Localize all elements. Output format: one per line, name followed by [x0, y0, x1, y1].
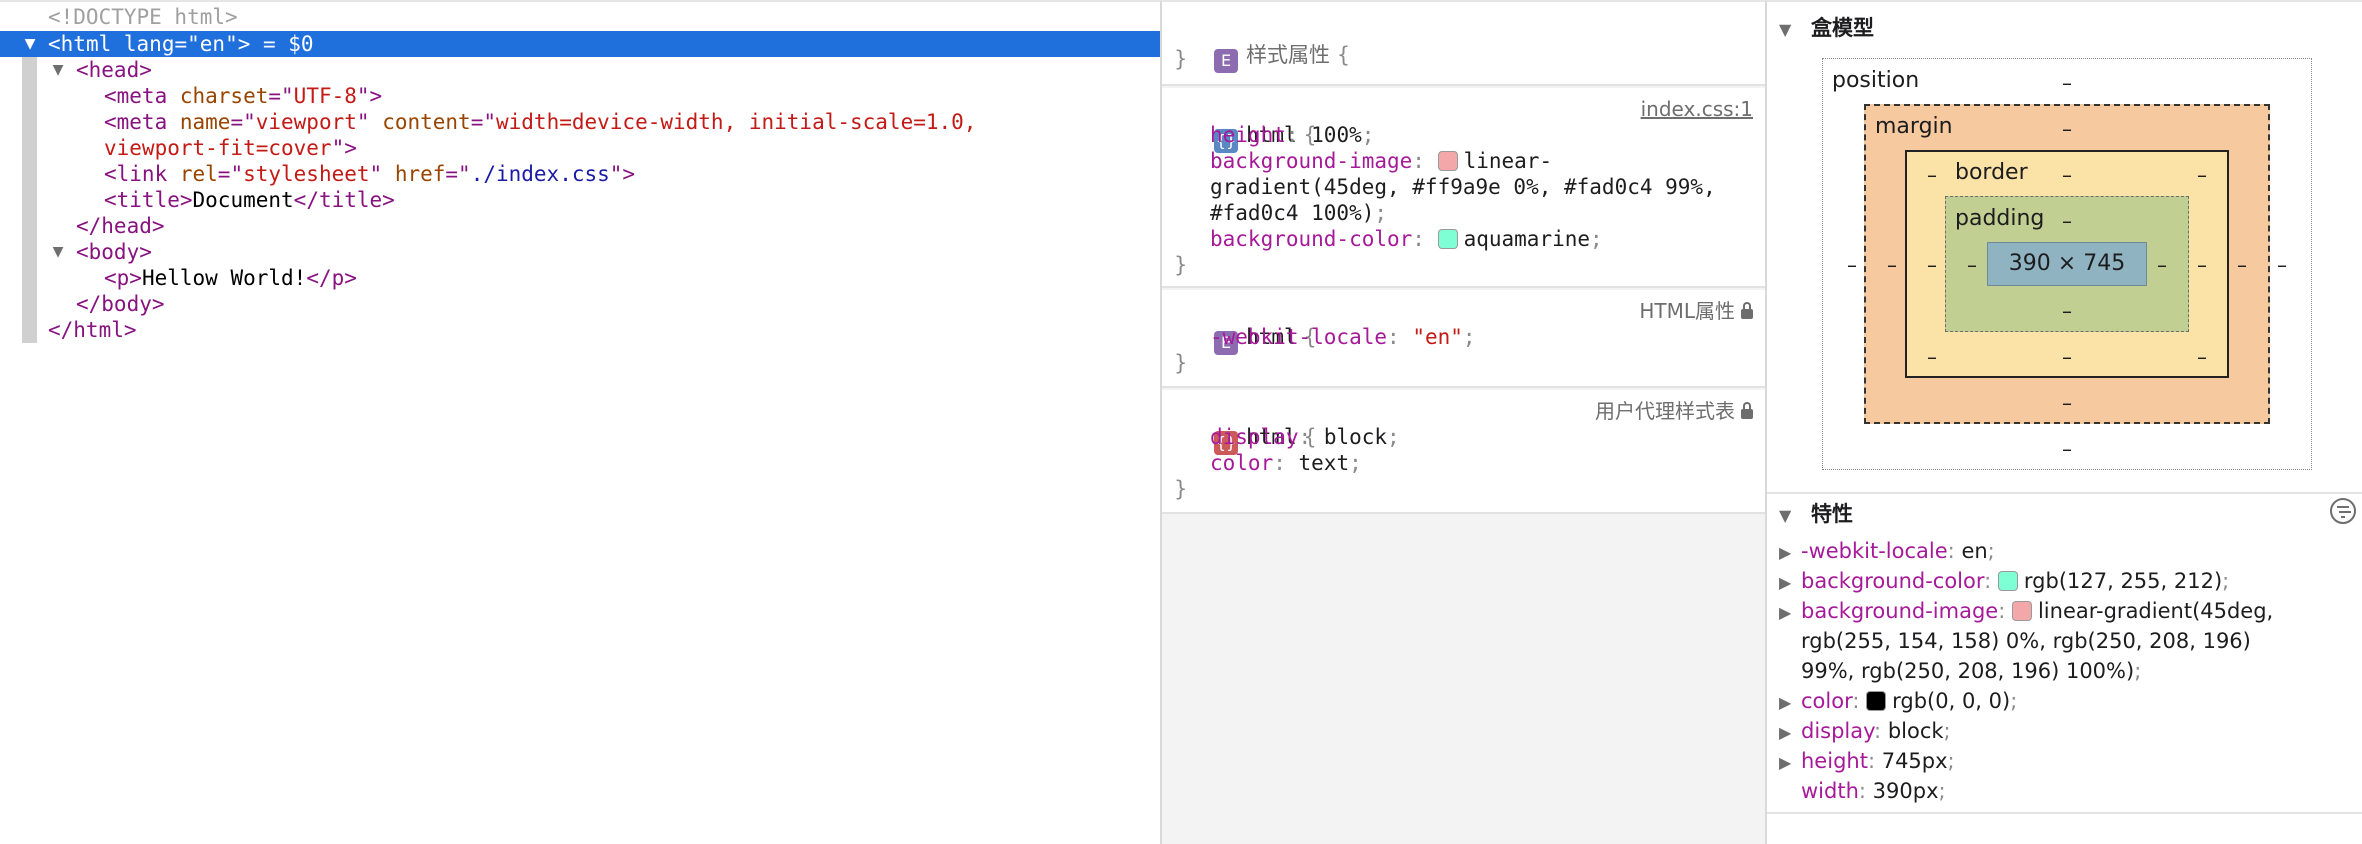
- author-rule-html[interactable]: {} html { index.css:1 height: 100%; backg…: [1162, 88, 1765, 288]
- source-link[interactable]: index.css:1: [1641, 96, 1753, 122]
- dom-node-html-close[interactable]: </html>: [0, 317, 1160, 343]
- dom-node-doctype[interactable]: <!DOCTYPE html>: [0, 4, 1160, 30]
- padding-top-value[interactable]: –: [2052, 210, 2082, 232]
- border-corner-bl: –: [1927, 345, 1937, 369]
- style-declaration[interactable]: display: block;: [1210, 424, 1795, 450]
- user-agent-rule[interactable]: {} html { 用户代理样式表 display: block; color: …: [1162, 390, 1765, 514]
- dom-node-head-close[interactable]: </head>: [0, 213, 1160, 239]
- computed-value-continuation: rgb(255, 154, 158) 0%, rgb(250, 208, 196…: [1801, 629, 2251, 653]
- border-left-value[interactable]: –: [1917, 254, 1947, 276]
- style-declaration[interactable]: height: 100%;: [1210, 122, 1795, 148]
- margin-top-value[interactable]: –: [2052, 118, 2082, 140]
- margin-bottom-value[interactable]: –: [2052, 392, 2082, 414]
- margin-left-value[interactable]: –: [1877, 254, 1907, 276]
- stylesheet-link[interactable]: ./index.css: [471, 162, 610, 186]
- details-sidebar: ▼ 盒模型 position – – – – margin – – – – bor…: [1765, 0, 2362, 844]
- color-swatch-icon[interactable]: [1437, 151, 1458, 171]
- style-declaration[interactable]: background-image: linear-: [1210, 148, 1795, 174]
- color-swatch-icon[interactable]: [1997, 571, 2018, 591]
- border-right-value[interactable]: –: [2187, 254, 2217, 276]
- disclosure-triangle-icon[interactable]: ▼: [48, 57, 68, 83]
- disclosure-triangle-icon[interactable]: ▼: [20, 31, 40, 57]
- margin-label: margin: [1875, 114, 1953, 139]
- border-label: border: [1955, 160, 2028, 185]
- disclosure-triangle-icon[interactable]: ▼: [1779, 10, 1797, 50]
- disclosure-triangle-icon[interactable]: ▼: [1779, 496, 1797, 536]
- computed-property-row[interactable]: ▶ color: rgb(0, 0, 0);: [1779, 686, 2354, 718]
- computed-title: 特性: [1811, 502, 1853, 526]
- dom-node-meta-viewport-cont: viewport-fit=cover">: [104, 136, 357, 160]
- color-swatch-icon[interactable]: [1866, 691, 1887, 711]
- html-attribute-rule[interactable]: Ehtml { HTML属性 -webkit-locale: "en"; }: [1162, 290, 1765, 388]
- border-corner-br: –: [2197, 345, 2207, 369]
- padding-right-value[interactable]: –: [2147, 254, 2177, 276]
- dom-node-head[interactable]: ▼ <head>: [0, 57, 1160, 83]
- position-left-value[interactable]: –: [1837, 254, 1867, 276]
- head-open-tag: <head>: [76, 58, 152, 82]
- doctype-text: <!DOCTYPE html>: [48, 5, 238, 29]
- computed-property-row[interactable]: ▶ display: block;: [1779, 716, 2354, 748]
- dom-node-body[interactable]: ▼ <body>: [0, 239, 1160, 265]
- computed-property-row[interactable]: ▶ height: 745px;: [1779, 746, 2354, 778]
- margin-right-value[interactable]: –: [2227, 254, 2257, 276]
- expand-triangle-icon[interactable]: ▶: [1779, 718, 1801, 748]
- position-bottom-value[interactable]: –: [2052, 438, 2082, 460]
- dom-node-meta-viewport[interactable]: <meta name="viewport" content="width=dev…: [0, 109, 1160, 135]
- style-declaration[interactable]: background-color: aquamarine;: [1210, 226, 1795, 252]
- color-swatch-icon[interactable]: [2011, 601, 2032, 621]
- content-size[interactable]: 390 × 745: [1987, 242, 2147, 286]
- expand-triangle-icon[interactable]: ▶: [1779, 688, 1801, 718]
- expand-triangle-icon[interactable]: ▶: [1779, 748, 1801, 778]
- box-model-section-header[interactable]: ▼ 盒模型: [1767, 8, 2362, 48]
- lock-icon: [1741, 302, 1753, 319]
- dom-node-html[interactable]: ▼ <html lang="en"> = $0: [0, 31, 1160, 57]
- style-declaration[interactable]: -webkit-locale: "en";: [1210, 324, 1795, 350]
- rule-origin: 用户代理样式表: [1595, 398, 1753, 424]
- dom-node-p[interactable]: <p>Hellow World!</p>: [0, 265, 1160, 291]
- styles-pane: E 样式属性 { } {} html { index.css:1 height: 1…: [1160, 0, 1765, 844]
- position-top-value[interactable]: –: [2052, 72, 2082, 94]
- style-attribute-rule[interactable]: E 样式属性 { }: [1162, 2, 1765, 86]
- border-corner-tr: –: [2197, 163, 2207, 187]
- padding-label: padding: [1955, 206, 2045, 231]
- lock-icon: [1741, 402, 1753, 419]
- border-corner-tl: –: [1927, 163, 1937, 187]
- dom-node-title[interactable]: <title>Document</title>: [0, 187, 1160, 213]
- dom-node-body-close[interactable]: </body>: [0, 291, 1160, 317]
- computed-footer: [1767, 812, 2362, 844]
- border-top-value[interactable]: –: [2052, 164, 2082, 186]
- computed-value-continuation: 99%, rgb(250, 208, 196) 100%);: [1801, 659, 2142, 683]
- position-label: position: [1832, 68, 1920, 93]
- padding-left-value[interactable]: –: [1957, 254, 1987, 276]
- dom-node-meta-charset[interactable]: <meta charset="UTF-8">: [0, 83, 1160, 109]
- expand-triangle-icon[interactable]: ▶: [1779, 538, 1801, 568]
- color-swatch-icon[interactable]: [1437, 229, 1458, 249]
- position-right-value[interactable]: –: [2267, 254, 2297, 276]
- dom-tree-pane: <!DOCTYPE html> ▼ <html lang="en"> = $0 …: [0, 0, 1160, 844]
- computed-property-row[interactable]: ▶ -webkit-locale: en;: [1779, 536, 2354, 568]
- disclosure-triangle-icon[interactable]: ▼: [48, 239, 68, 265]
- dom-node-link[interactable]: <link rel="stylesheet" href="./index.css…: [0, 161, 1160, 187]
- box-model-title: 盒模型: [1811, 16, 1874, 40]
- filter-icon[interactable]: [2330, 498, 2356, 524]
- border-bottom-value[interactable]: –: [2052, 346, 2082, 368]
- style-declaration[interactable]: color: text;: [1210, 450, 1795, 476]
- computed-section-header[interactable]: ▼ 特性: [1767, 492, 2362, 532]
- html-open-tag: <html lang="en"> = $0: [48, 32, 314, 56]
- computed-property-row[interactable]: ▶ background-image: linear-gradient(45deg…: [1779, 596, 2354, 628]
- padding-bottom-value[interactable]: –: [2052, 300, 2082, 322]
- rule-origin: HTML属性: [1639, 298, 1753, 324]
- computed-property-row[interactable]: ▶ background-color: rgb(127, 255, 212);: [1779, 566, 2354, 598]
- computed-property-row[interactable]: width: 390px;: [1779, 776, 2354, 806]
- expand-triangle-icon[interactable]: ▶: [1779, 568, 1801, 598]
- expand-triangle-icon[interactable]: ▶: [1779, 598, 1801, 628]
